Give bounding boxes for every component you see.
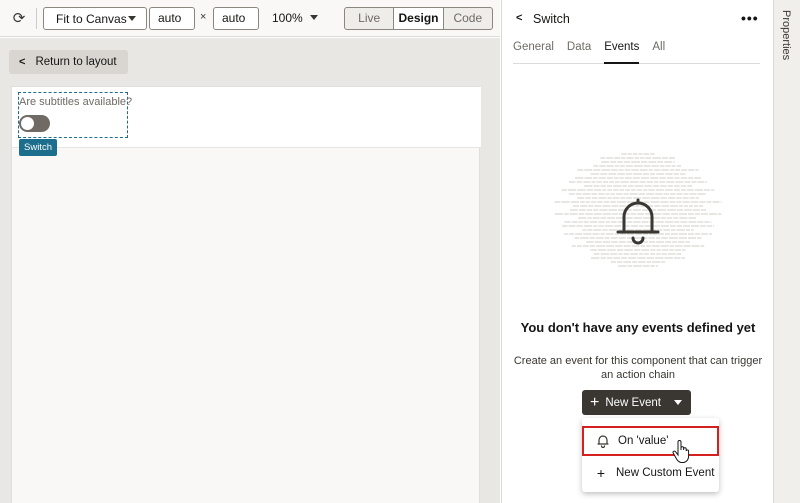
- designer-toolbar: ⟳ Fit to Canvas auto × auto 100% Live De…: [0, 0, 500, 37]
- bell-icon: [596, 434, 610, 448]
- new-event-menu: On 'value' + New Custom Event: [582, 418, 719, 492]
- toolbar-divider: [36, 8, 37, 29]
- panel-title: Switch: [533, 12, 570, 26]
- switch-field-label: Are subtitles available?: [19, 96, 133, 108]
- more-options-icon[interactable]: •••: [741, 10, 759, 26]
- chevron-down-icon[interactable]: [310, 15, 318, 20]
- chevron-down-icon: [128, 16, 136, 21]
- menu-item-label: On 'value': [618, 435, 669, 447]
- menu-item-label: New Custom Event: [616, 467, 715, 479]
- properties-panel: < Switch ••• General Data Events All You…: [501, 0, 773, 503]
- refresh-icon[interactable]: ⟳: [10, 9, 28, 27]
- plus-icon: +: [596, 465, 606, 481]
- properties-tab-label: Properties: [780, 10, 792, 61]
- property-tabs: General Data Events All: [513, 38, 760, 64]
- empty-state-description: Create an event for this component that …: [513, 355, 763, 381]
- mode-live-button[interactable]: Live: [345, 8, 393, 29]
- properties-side-tab[interactable]: Properties: [773, 0, 800, 503]
- panel-header: < Switch •••: [502, 0, 774, 38]
- tab-all[interactable]: All: [652, 38, 665, 64]
- return-to-layout-button[interactable]: < Return to layout: [9, 50, 128, 74]
- times-symbol: ×: [200, 11, 207, 23]
- empty-state-title: You don't have any events defined yet: [520, 320, 756, 335]
- tab-general[interactable]: General: [513, 38, 554, 64]
- new-event-label: New Event: [605, 396, 661, 409]
- width-input[interactable]: auto: [149, 7, 195, 30]
- design-canvas: < Return to layout Are subtitles availab…: [0, 38, 500, 503]
- new-event-button[interactable]: + New Event: [582, 390, 691, 415]
- switch-toggle[interactable]: [19, 115, 50, 132]
- return-label: Return to layout: [35, 56, 117, 68]
- fit-canvas-select[interactable]: Fit to Canvas: [43, 7, 147, 30]
- menu-item-on-value[interactable]: On 'value': [582, 426, 719, 456]
- tab-events[interactable]: Events: [604, 38, 640, 64]
- fit-canvas-label: Fit to Canvas: [56, 11, 127, 26]
- mode-code-button[interactable]: Code: [442, 8, 492, 29]
- mode-switcher: Live Design Code: [344, 7, 493, 30]
- zoom-level[interactable]: 100%: [272, 11, 303, 25]
- toggle-knob: [21, 117, 34, 130]
- component-type-tag: Switch: [19, 139, 57, 156]
- chevron-down-icon: [674, 400, 682, 405]
- page-preview: Are subtitles available? Switch: [11, 86, 481, 503]
- plus-icon: +: [590, 393, 600, 411]
- mode-design-button[interactable]: Design: [393, 8, 443, 29]
- menu-item-new-custom-event[interactable]: + New Custom Event: [582, 458, 719, 488]
- tab-data[interactable]: Data: [567, 38, 591, 64]
- hand-pointer-icon: [672, 440, 690, 463]
- empty-events-illustration: [554, 153, 722, 267]
- form-row: Are subtitles available?: [12, 87, 481, 148]
- height-input[interactable]: auto: [213, 7, 259, 30]
- back-chevron-icon[interactable]: <: [516, 12, 522, 24]
- chevron-left-icon: <: [19, 56, 26, 68]
